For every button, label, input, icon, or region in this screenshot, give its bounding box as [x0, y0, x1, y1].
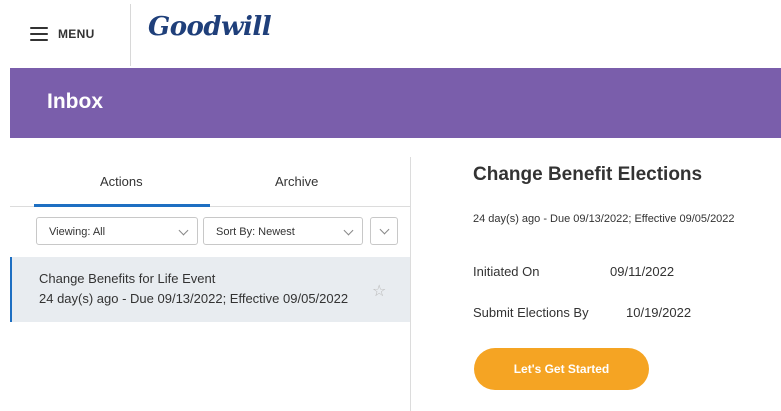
inbox-item-subtitle: 24 day(s) ago - Due 09/13/2022; Effectiv…	[39, 291, 349, 306]
top-header: MENU Goodwill	[0, 0, 781, 68]
inbox-banner: Inbox	[10, 68, 781, 138]
page-title: Inbox	[47, 90, 103, 113]
tab-actions[interactable]: Actions	[100, 174, 143, 189]
lets-get-started-button[interactable]: Let's Get Started	[474, 348, 649, 390]
more-options-button[interactable]	[370, 217, 398, 245]
header-divider	[130, 4, 131, 66]
detail-subtitle: 24 day(s) ago - Due 09/13/2022; Effectiv…	[473, 213, 735, 225]
submit-elections-by-value: 10/19/2022	[626, 305, 692, 320]
pane-divider	[410, 157, 411, 411]
sort-select[interactable]: Sort By: Newest	[203, 217, 363, 245]
inbox-item-title: Change Benefits for Life Event	[39, 271, 216, 286]
chevron-down-icon	[178, 225, 189, 236]
chevron-down-icon	[379, 224, 390, 235]
viewing-select[interactable]: Viewing: All	[36, 217, 198, 245]
menu-button[interactable]: MENU	[30, 23, 95, 45]
hamburger-icon	[30, 27, 48, 41]
chevron-down-icon	[343, 225, 354, 236]
star-icon[interactable]: ☆	[372, 281, 386, 301]
menu-label: MENU	[58, 27, 95, 41]
tab-archive[interactable]: Archive	[275, 174, 318, 189]
viewing-select-label: Viewing: All	[49, 226, 106, 238]
initiated-on-value: 09/11/2022	[610, 264, 675, 279]
active-tab-indicator	[34, 204, 210, 207]
inbox-item[interactable]: Change Benefits for Life Event 24 day(s)…	[10, 257, 410, 322]
initiated-on-label: Initiated On	[473, 264, 540, 279]
inbox-tabs: Actions Archive	[10, 157, 410, 207]
inbox-list-pane: Actions Archive Viewing: All Sort By: Ne…	[10, 157, 410, 411]
filter-bar: Viewing: All Sort By: Newest	[10, 217, 410, 245]
goodwill-logo[interactable]: Goodwill	[148, 12, 272, 42]
submit-elections-by-label: Submit Elections By	[473, 305, 589, 320]
detail-title: Change Benefit Elections	[473, 164, 703, 185]
sort-select-label: Sort By: Newest	[216, 226, 295, 238]
